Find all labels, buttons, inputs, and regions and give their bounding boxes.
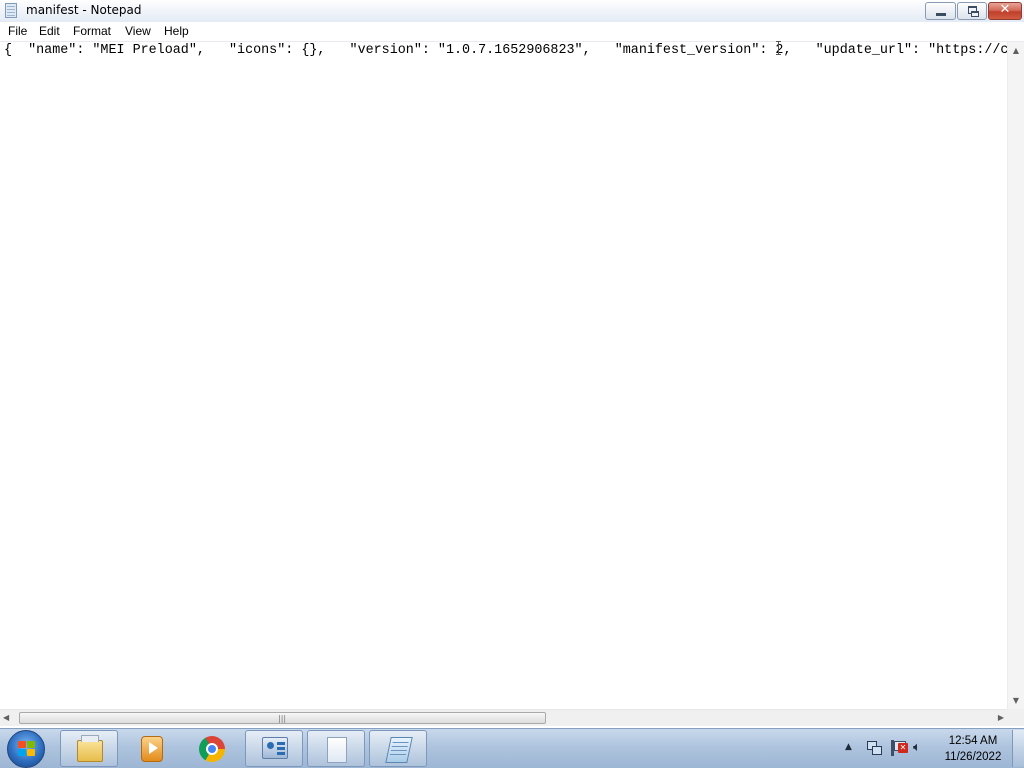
scroll-right-arrow-icon[interactable]: ▶ xyxy=(992,710,1004,726)
network-icon[interactable] xyxy=(867,741,882,755)
minimize-icon xyxy=(936,13,946,16)
taskbar-explorer-button[interactable] xyxy=(60,730,118,767)
show-desktop-button[interactable] xyxy=(1012,730,1024,767)
windows-logo-icon xyxy=(18,741,35,757)
clock-time: 12:54 AM xyxy=(948,735,998,747)
menu-help[interactable]: Help xyxy=(162,24,191,38)
show-hidden-icons-chevron-icon[interactable]: ▲ xyxy=(845,742,852,752)
taskbar-document-button[interactable] xyxy=(307,730,365,767)
horizontal-scrollbar[interactable]: ◀ ||| ▶ xyxy=(0,709,1007,726)
notepad-icon xyxy=(385,737,413,763)
taskbar-notepad-button[interactable] xyxy=(369,730,427,767)
close-button[interactable]: ✕ xyxy=(988,2,1022,20)
control-panel-icon xyxy=(262,737,288,759)
system-clock[interactable]: 12:54 AM 11/26/2022 xyxy=(936,733,1010,765)
notepad-app-icon[interactable] xyxy=(5,3,17,18)
taskbar-media-player-button[interactable] xyxy=(121,730,179,767)
start-button[interactable] xyxy=(7,730,45,768)
menu-file[interactable]: File xyxy=(6,24,29,38)
notepad-window: manifest - Notepad ✕ File Edit Format Vi… xyxy=(0,0,1024,728)
taskbar-control-panel-button[interactable] xyxy=(245,730,303,767)
scroll-left-arrow-icon[interactable]: ◀ xyxy=(3,710,15,726)
vertical-scrollbar[interactable]: ▲ ▼ xyxy=(1007,42,1024,709)
menu-bar: File Edit Format View Help xyxy=(0,22,1024,42)
scroll-down-arrow-icon[interactable]: ▼ xyxy=(1008,692,1024,709)
taskbar: ▲ ✕ 🔈︎ 12:54 AM 11/26/2022 xyxy=(0,728,1024,768)
text-editor[interactable]: { "name": "MEI Preload", "icons": {}, "v… xyxy=(0,42,1008,709)
media-player-icon xyxy=(141,736,163,762)
menu-edit[interactable]: Edit xyxy=(37,24,62,38)
window-title: manifest - Notepad xyxy=(26,3,142,17)
size-grip xyxy=(1007,709,1024,726)
horizontal-scroll-thumb[interactable]: ||| xyxy=(19,712,546,724)
ibeam-cursor-icon xyxy=(776,41,781,55)
restore-icon xyxy=(968,6,979,17)
scroll-up-arrow-icon[interactable]: ▲ xyxy=(1008,42,1024,59)
editor-text-line[interactable]: { "name": "MEI Preload", "icons": {}, "v… xyxy=(4,43,1008,59)
volume-icon[interactable]: 🔈︎ xyxy=(913,740,921,755)
folder-icon xyxy=(77,735,103,762)
document-icon xyxy=(327,737,347,763)
title-bar[interactable]: manifest - Notepad ✕ xyxy=(0,0,1024,22)
alert-x-icon: ✕ xyxy=(898,743,908,753)
restore-button[interactable] xyxy=(957,2,987,20)
close-icon: ✕ xyxy=(999,2,1011,17)
grip-icon: ||| xyxy=(278,714,287,723)
chrome-icon xyxy=(199,736,225,762)
menu-format[interactable]: Format xyxy=(71,24,113,38)
clock-date: 11/26/2022 xyxy=(944,751,1002,763)
taskbar-chrome-button[interactable] xyxy=(183,730,241,767)
menu-view[interactable]: View xyxy=(123,24,153,38)
minimize-button[interactable] xyxy=(925,2,956,20)
